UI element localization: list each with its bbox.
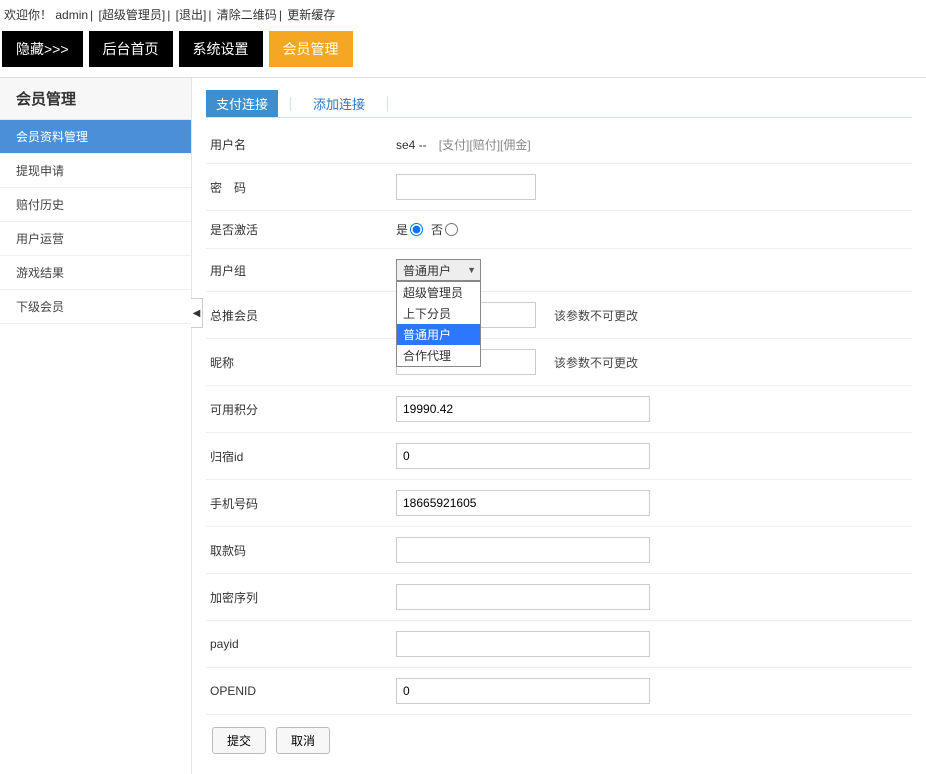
group-label: 用户组	[206, 262, 396, 279]
nickname-hint: 该参数不可更改	[554, 354, 638, 371]
payid-label: payid	[206, 637, 396, 651]
submit-button[interactable]: 提交	[212, 727, 266, 754]
hide-button[interactable]: 隐藏>>>	[2, 31, 83, 67]
tab-separator	[290, 97, 291, 111]
active-no-text: 否	[431, 221, 443, 238]
group-option[interactable]: 上下分员	[397, 303, 480, 324]
content: 支付连接 添加连接 用户名 se4 -- [支付][赔付][佣金] 密 码 是 否	[192, 78, 926, 774]
belongid-input[interactable]	[396, 443, 650, 469]
points-input[interactable]	[396, 396, 650, 422]
clear-qr-link[interactable]: 清除二维码	[217, 8, 277, 22]
total-members-hint: 该参数不可更改	[554, 307, 638, 324]
chevron-down-icon: ▼	[467, 265, 476, 275]
sidebar-item-payout-history[interactable]: 赔付历史	[0, 188, 191, 222]
member-manage-button[interactable]: 会员管理	[269, 31, 353, 67]
group-selected-value: 普通用户	[403, 262, 451, 279]
crypt-seq-label: 加密序列	[206, 589, 396, 606]
topbar: 欢迎你！ admin| [超级管理员]| [退出]| 清除二维码| 更新缓存	[0, 0, 926, 27]
chevron-left-icon: ◀	[193, 308, 201, 319]
cancel-button[interactable]: 取消	[276, 727, 330, 754]
username-value: se4 --	[396, 138, 427, 152]
nickname-label: 昵称	[206, 354, 396, 371]
points-label: 可用积分	[206, 401, 396, 418]
phone-label: 手机号码	[206, 495, 396, 512]
group-option[interactable]: 合作代理	[397, 345, 480, 366]
active-yes-text: 是	[396, 221, 408, 238]
group-option[interactable]: 普通用户	[397, 324, 480, 345]
password-label: 密 码	[206, 179, 396, 196]
group-option[interactable]: 超级管理员	[397, 282, 480, 303]
group-dropdown: 超级管理员 上下分员 普通用户 合作代理	[396, 281, 481, 367]
topnav: 隐藏>>> 后台首页 系统设置 会员管理	[0, 27, 926, 77]
total-members-label: 总推会员	[206, 307, 396, 324]
tab-pay-link[interactable]: 支付连接	[206, 90, 278, 117]
withdraw-code-label: 取款码	[206, 542, 396, 559]
refresh-cache-link[interactable]: 更新缓存	[287, 8, 335, 22]
sidebar-item-withdraw[interactable]: 提现申请	[0, 154, 191, 188]
sidebar-item-profile[interactable]: 会员资料管理	[0, 120, 191, 154]
logout-link[interactable]: [退出]	[176, 8, 207, 22]
tab-separator	[387, 97, 388, 111]
active-no-radio[interactable]	[445, 223, 458, 236]
system-settings-button[interactable]: 系统设置	[179, 31, 263, 67]
active-label: 是否激活	[206, 221, 396, 238]
sidebar-title: 会员管理	[0, 78, 191, 120]
username-action-links[interactable]: [支付][赔付][佣金]	[439, 136, 531, 153]
backend-home-button[interactable]: 后台首页	[89, 31, 173, 67]
group-select[interactable]: 普通用户 ▼	[396, 259, 481, 281]
current-user: admin	[55, 8, 88, 22]
username-label: 用户名	[206, 136, 396, 153]
openid-label: OPENID	[206, 684, 396, 698]
crypt-seq-input[interactable]	[396, 584, 650, 610]
sidebar: 会员管理 会员资料管理 提现申请 赔付历史 用户运营 游戏结果 下级会员 ◀	[0, 78, 192, 774]
sidebar-item-user-ops[interactable]: 用户运营	[0, 222, 191, 256]
welcome-text: 欢迎你！	[4, 8, 52, 22]
sidebar-item-sub-members[interactable]: 下级会员	[0, 290, 191, 324]
phone-input[interactable]	[396, 490, 650, 516]
password-input[interactable]	[396, 174, 536, 200]
openid-input[interactable]	[396, 678, 650, 704]
tab-add-link[interactable]: 添加连接	[303, 90, 375, 117]
belongid-label: 归宿id	[206, 448, 396, 465]
role-link[interactable]: [超级管理员]	[99, 8, 166, 22]
withdraw-code-input[interactable]	[396, 537, 650, 563]
active-yes-radio[interactable]	[410, 223, 423, 236]
payid-input[interactable]	[396, 631, 650, 657]
tabs: 支付连接 添加连接	[206, 90, 912, 118]
sidebar-item-game-results[interactable]: 游戏结果	[0, 256, 191, 290]
sidebar-collapse-handle[interactable]: ◀	[191, 298, 203, 328]
member-form: 用户名 se4 -- [支付][赔付][佣金] 密 码 是否激活 是	[206, 126, 912, 754]
